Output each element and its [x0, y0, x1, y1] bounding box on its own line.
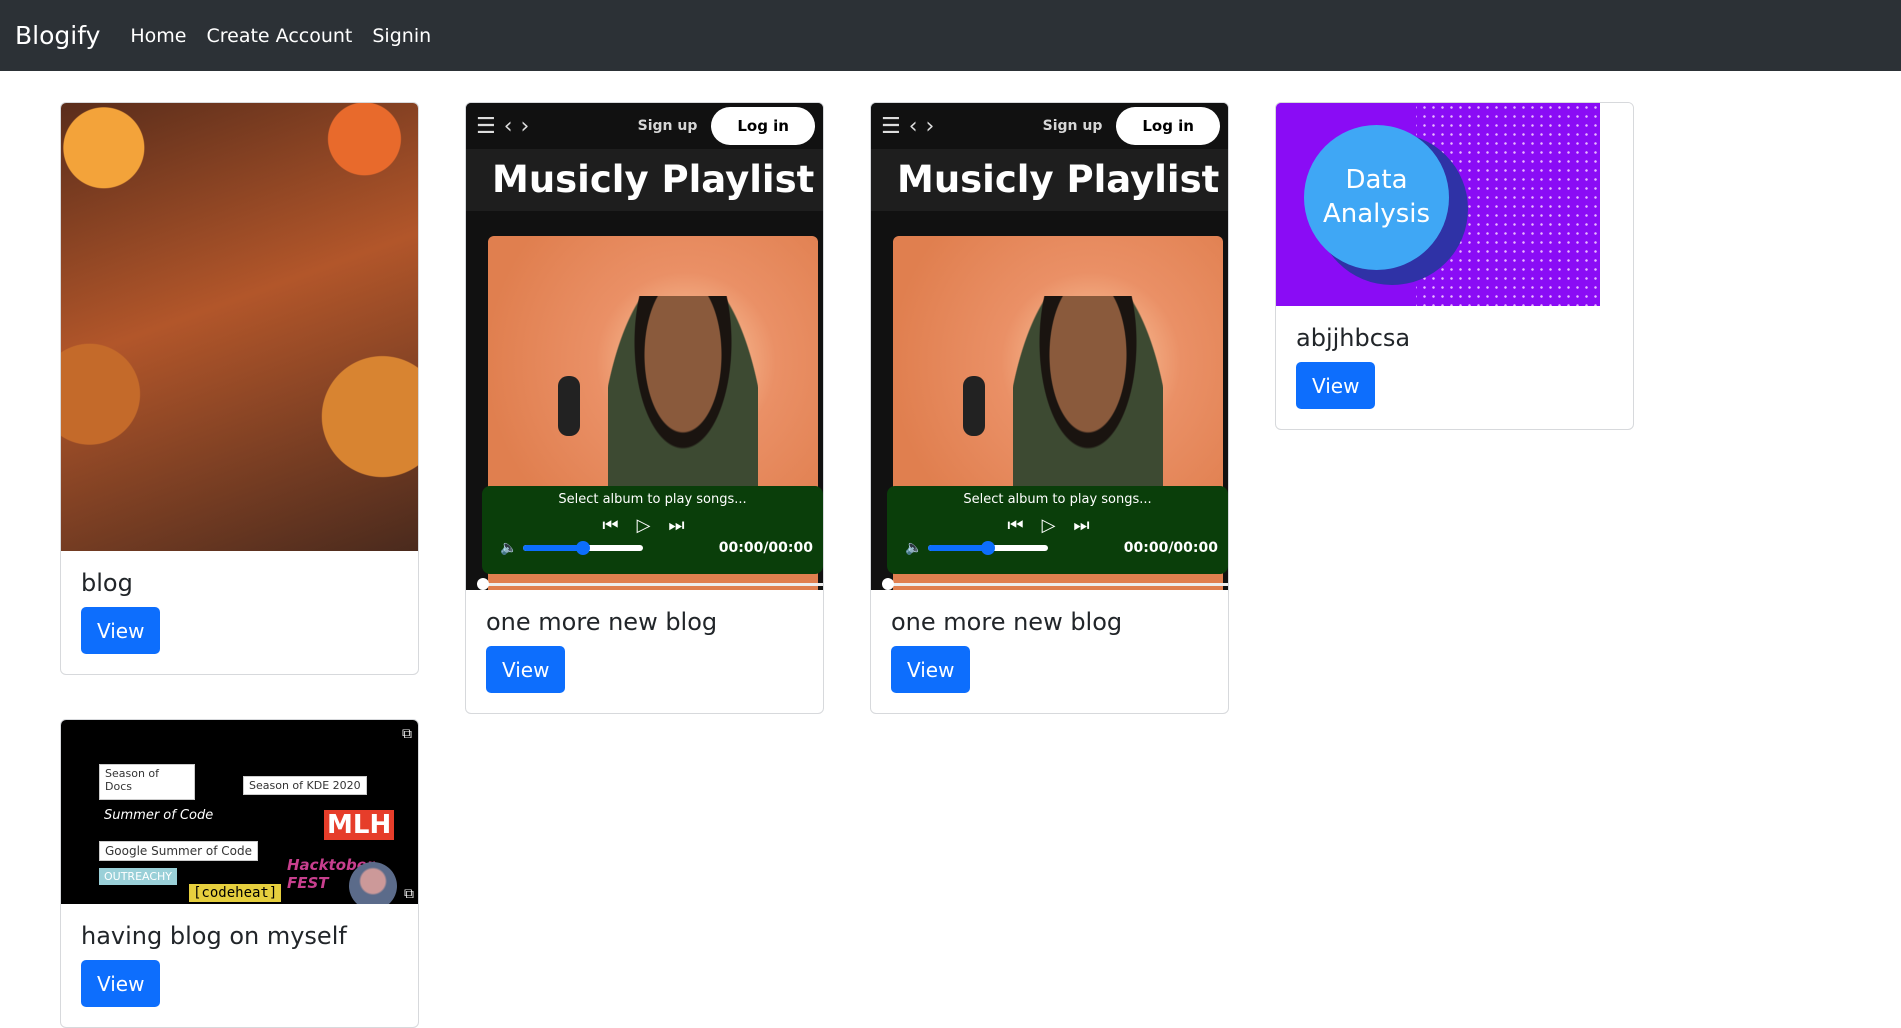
volume-control: 🔈: [500, 540, 644, 556]
player-controls: Select album to play songs... ⏮▷⏭ 🔈 00:0…: [482, 486, 823, 574]
view-button[interactable]: View: [486, 646, 566, 693]
avatar: [349, 862, 397, 904]
view-button[interactable]: View: [81, 607, 161, 654]
card-title: one more new blog: [891, 608, 1123, 636]
card-body: one more new blog View: [466, 590, 823, 713]
singer-figure: [608, 296, 758, 506]
menu-back-forward-icons: ☰‹›: [476, 113, 538, 139]
volume-control: 🔈: [905, 540, 1049, 556]
codeheat-tag: [codeheat]: [189, 884, 282, 902]
open-source-collage-image: Season of Docs Season of KDE 2020 Summer…: [61, 720, 418, 904]
speaker-icon: 🔈: [905, 540, 923, 556]
navbar: Blogify Home Create Account Signin: [0, 0, 1901, 71]
nav-signin[interactable]: Signin: [372, 25, 431, 47]
card-title: blog: [81, 569, 133, 597]
player-login: Log in: [1116, 107, 1220, 145]
player-topbar: ☰‹› Sign up Log in: [871, 103, 1228, 149]
view-button[interactable]: View: [891, 646, 971, 693]
player-signup: Sign up: [1042, 118, 1103, 134]
player-status: Select album to play songs...: [963, 492, 1152, 507]
player-heading: Musicly Playlist: [466, 149, 823, 211]
player-topbar: ☰‹› Sign up Log in: [466, 103, 823, 149]
expand-icon: ⧉: [404, 886, 414, 902]
view-button[interactable]: View: [1296, 362, 1376, 409]
blog-card: ☰‹› Sign up Log in Musicly Playlist Sele…: [465, 102, 824, 714]
blog-card: ☰‹› Sign up Log in Musicly Playlist Sele…: [870, 102, 1229, 714]
singer-figure: [1013, 296, 1163, 506]
card-title: abjjhbcsa: [1296, 324, 1411, 352]
player-status: Select album to play songs...: [558, 492, 747, 507]
player-heading: Musicly Playlist: [871, 149, 1228, 211]
gsoc-tag: Google Summer of Code: [99, 841, 258, 861]
playback-icons: ⏮▷⏭: [1007, 515, 1108, 536]
microphone-shape: [558, 376, 580, 436]
playback-icons: ⏮▷⏭: [602, 515, 703, 536]
music-player-image: ☰‹› Sign up Log in Musicly Playlist Sele…: [466, 103, 823, 590]
summer-of-code-tag: Summer of Code: [99, 806, 219, 825]
player-time: 00:00/00:00: [1123, 540, 1218, 556]
player-controls: Select album to play songs... ⏮▷⏭ 🔈 00:0…: [887, 486, 1228, 574]
data-analysis-image: Data Analysis: [1276, 103, 1633, 306]
player-login: Log in: [711, 107, 815, 145]
blog-card: Season of Docs Season of KDE 2020 Summer…: [60, 719, 419, 1028]
speaker-icon: 🔈: [500, 540, 518, 556]
card-body: having blog on myself View: [61, 904, 418, 1027]
mlh-logo: MLH: [324, 810, 395, 840]
menu-back-forward-icons: ☰‹›: [881, 113, 943, 139]
data-analysis-circle: Data Analysis: [1304, 125, 1449, 270]
player-time: 00:00/00:00: [718, 540, 813, 556]
blog-card: blog View: [60, 102, 419, 675]
view-button[interactable]: View: [81, 960, 161, 1007]
nav-create-account[interactable]: Create Account: [206, 25, 352, 47]
music-player-image: ☰‹› Sign up Log in Musicly Playlist Sele…: [871, 103, 1228, 590]
player-signup: Sign up: [637, 118, 698, 134]
volume-bar: [928, 541, 1049, 555]
card-title: one more new blog: [486, 608, 718, 636]
volume-bar: [523, 541, 644, 555]
expand-icon: ⧉: [402, 726, 412, 742]
seek-bar: [882, 578, 1228, 590]
card-body: blog View: [61, 551, 418, 674]
microphone-shape: [963, 376, 985, 436]
card-body: one more new blog View: [871, 590, 1228, 713]
deity-figurine-image: [61, 103, 418, 551]
blog-grid: blog View ☰‹› Sign up Log in Musicly Pla…: [0, 71, 1901, 1028]
outreachy-tag: OUTREACHY: [99, 868, 178, 885]
blog-card: Data Analysis abjjhbcsa View: [1275, 102, 1634, 430]
season-of-docs-tag: Season of Docs: [99, 764, 195, 800]
nav-home[interactable]: Home: [130, 25, 186, 47]
card-body: abjjhbcsa View: [1276, 306, 1633, 429]
brand-logo[interactable]: Blogify: [15, 21, 100, 50]
season-of-kde-tag: Season of KDE 2020: [243, 776, 367, 795]
seek-bar: [477, 578, 823, 590]
card-title: having blog on myself: [81, 922, 347, 950]
